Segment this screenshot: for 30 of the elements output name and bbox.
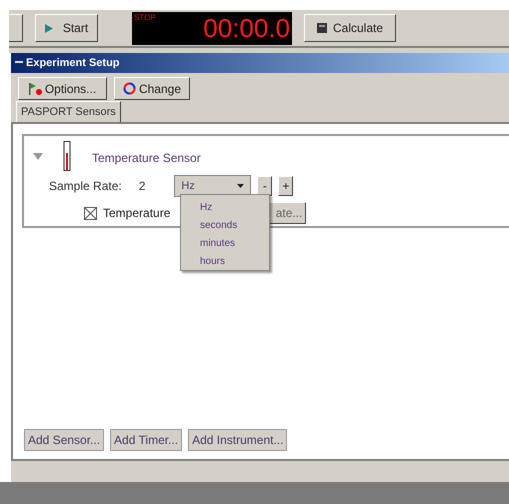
add-button[interactable]: Add Timer... [110,429,182,451]
decrease-button[interactable]: - [257,176,272,196]
add-button[interactable]: Add Sensor... [24,429,104,451]
sensor-name: Temperature Sensor [92,150,201,167]
tab[interactable]: PASPORT Sensors [16,101,121,122]
calculate-button[interactable]: Calculate [304,14,396,42]
calculator-icon [316,23,327,33]
checkbox[interactable] [84,206,97,220]
menu-item[interactable]: minutes [200,235,269,253]
cross-mark-icon [85,208,96,218]
flag-icon [28,82,42,94]
measurement-label: Temperature [103,205,170,222]
caret-icon [237,184,244,188]
start-button[interactable]: Start [35,14,98,42]
sample-rate-label: Sample Rate: [49,178,122,195]
expand-triangle-icon[interactable] [33,152,43,160]
toolbar-button[interactable] [9,14,23,42]
change-button[interactable]: Change [114,77,190,100]
collapse-icon[interactable] [15,61,23,65]
panel-title: Experiment Setup [26,56,120,71]
timer-state: STOP [134,12,156,24]
play-icon [44,24,53,32]
refresh-icon [122,82,136,95]
increase-button[interactable]: + [278,176,294,196]
timer-time: 00:00.0 [203,15,290,41]
thermometer-icon [62,141,72,171]
add-button[interactable]: Add Instrument... [188,429,288,451]
options-button[interactable]: Options... [18,77,107,100]
sample-rate-value: 2 [138,178,146,195]
menu-item[interactable]: hours [200,253,269,271]
